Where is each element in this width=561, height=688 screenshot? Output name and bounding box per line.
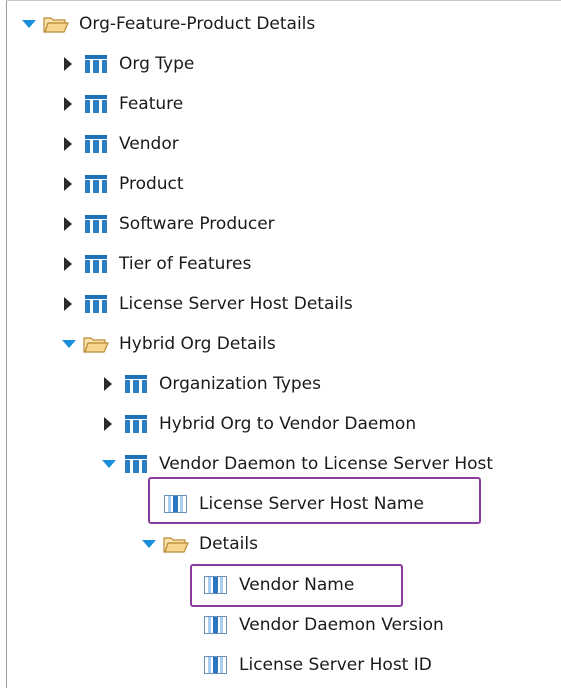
table-icon	[82, 213, 110, 235]
tree-node-license-server-host-name[interactable]: License Server Host Name	[142, 491, 424, 517]
folder-open-icon	[162, 533, 190, 555]
collapsed-arrow-icon[interactable]	[62, 251, 74, 277]
tree-node-vendor[interactable]: Vendor	[62, 131, 179, 157]
tree-node-vendor-daemon-to-license-server-host[interactable]: Vendor Daemon to License Server Host	[102, 451, 493, 477]
column-icon	[162, 493, 190, 515]
tree-node-tier-of-features[interactable]: Tier of Features	[62, 251, 251, 277]
tree-node-org-type[interactable]: Org Type	[62, 51, 194, 77]
tree-node-label: Software Producer	[119, 214, 275, 234]
tree-node-details[interactable]: Details	[142, 531, 258, 557]
tree-node-label: License Server Host Details	[119, 294, 353, 314]
tree-node-vendor-name[interactable]: Vendor Name	[182, 572, 354, 598]
collapsed-arrow-icon[interactable]	[62, 211, 74, 237]
table-icon	[82, 53, 110, 75]
column-icon	[202, 614, 230, 636]
collapsed-arrow-icon[interactable]	[62, 171, 74, 197]
table-icon	[82, 93, 110, 115]
table-icon	[82, 173, 110, 195]
table-icon	[122, 373, 150, 395]
tree-node-label: Organization Types	[159, 374, 321, 394]
collapsed-arrow-icon[interactable]	[62, 51, 74, 77]
tree-node-label: Org-Feature-Product Details	[79, 14, 316, 34]
collapsed-arrow-icon[interactable]	[62, 91, 74, 117]
tree-node-feature[interactable]: Feature	[62, 91, 183, 117]
tree-node-label: Vendor Daemon to License Server Host	[159, 454, 494, 474]
expanded-arrow-icon[interactable]	[102, 451, 116, 477]
tree-node-label: Hybrid Org to Vendor Daemon	[159, 414, 417, 434]
tree-node-label: License Server Host Name	[199, 494, 424, 514]
column-icon	[202, 654, 230, 676]
folder-open-icon	[82, 333, 110, 355]
table-icon	[82, 293, 110, 315]
tree-node-label: Tier of Features	[119, 254, 252, 274]
panel-border-left	[6, 0, 7, 688]
tree-node-software-producer[interactable]: Software Producer	[62, 211, 275, 237]
collapsed-arrow-icon[interactable]	[102, 411, 114, 437]
table-icon	[82, 253, 110, 275]
collapsed-arrow-icon[interactable]	[102, 371, 114, 397]
tree-node-hybrid-org-details[interactable]: Hybrid Org Details	[62, 331, 276, 357]
tree-node-label: Details	[199, 534, 258, 554]
tree-node-label: Vendor	[119, 134, 179, 154]
column-icon	[202, 574, 230, 596]
tree-node-label: Vendor Daemon Version	[239, 615, 444, 635]
collapsed-arrow-icon[interactable]	[62, 131, 74, 157]
tree-node-label: Product	[119, 174, 184, 194]
table-icon	[82, 133, 110, 155]
tree-node-license-server-host-id[interactable]: License Server Host ID	[182, 652, 432, 678]
collapsed-arrow-icon[interactable]	[62, 291, 74, 317]
tree-node-label: Feature	[119, 94, 184, 114]
tree-node-label: Org Type	[119, 54, 195, 74]
folder-open-icon	[42, 13, 70, 35]
panel-border-top	[6, 0, 561, 1]
expanded-arrow-icon[interactable]	[142, 531, 156, 557]
expanded-arrow-icon[interactable]	[22, 11, 36, 37]
table-icon	[122, 413, 150, 435]
tree-node-product[interactable]: Product	[62, 171, 184, 197]
tree-node-label: License Server Host ID	[239, 655, 432, 675]
table-icon	[122, 453, 150, 475]
tree-node-license-server-host-details[interactable]: License Server Host Details	[62, 291, 353, 317]
tree-node-hybrid-org-to-vendor-daemon[interactable]: Hybrid Org to Vendor Daemon	[102, 411, 416, 437]
tree-node-vendor-daemon-version[interactable]: Vendor Daemon Version	[182, 612, 444, 638]
expanded-arrow-icon[interactable]	[62, 331, 76, 357]
tree-node-label: Hybrid Org Details	[119, 334, 276, 354]
tree-node-org-feature-product-details[interactable]: Org-Feature-Product Details	[22, 11, 315, 37]
tree-node-label: Vendor Name	[239, 575, 355, 595]
tree-node-organization-types[interactable]: Organization Types	[102, 371, 321, 397]
